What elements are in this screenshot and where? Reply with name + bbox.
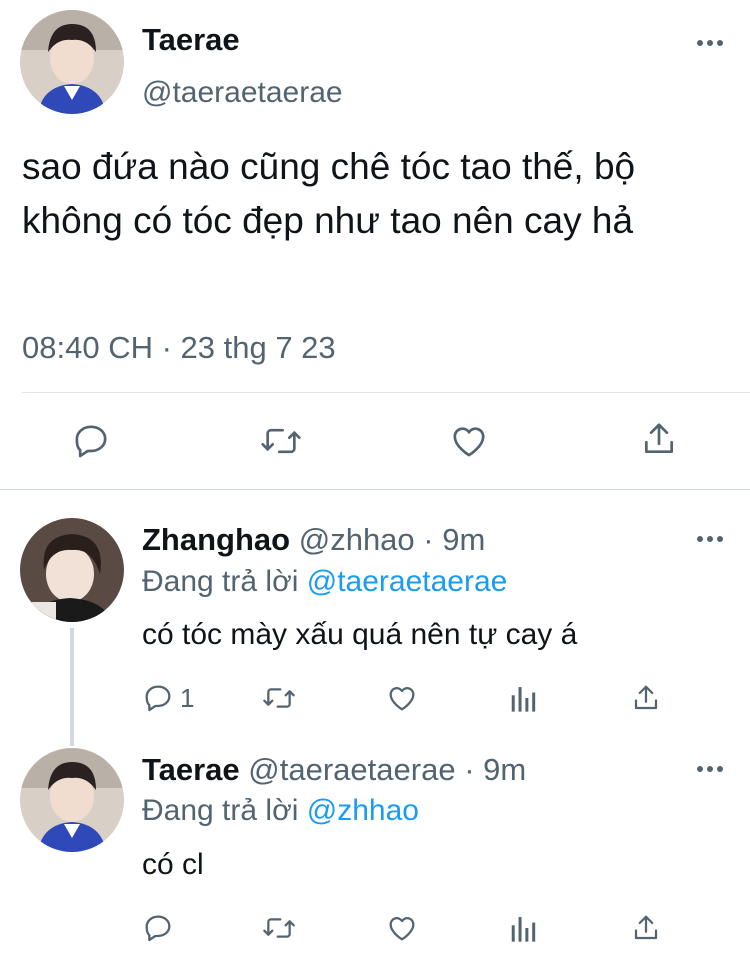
more-options-icon[interactable] xyxy=(697,766,723,772)
reply-time[interactable]: 9m xyxy=(442,522,485,557)
reply-time[interactable]: 9m xyxy=(483,752,526,787)
reply-icon xyxy=(145,685,171,712)
author-handle[interactable]: @taeraetaerae xyxy=(142,76,343,110)
replying-prefix: Đang trả lời xyxy=(142,565,299,598)
author-handle[interactable]: @taeraetaerae xyxy=(248,752,455,787)
author-name[interactable]: Taerae xyxy=(142,752,240,787)
replying-to-link[interactable]: @taeraetaerae xyxy=(307,565,508,598)
replying-to: Đang trả lời @taeraetaerae xyxy=(142,565,507,599)
more-options-icon[interactable] xyxy=(697,40,723,46)
avatar[interactable] xyxy=(20,10,124,114)
author-name[interactable]: Zhanghao xyxy=(142,522,290,557)
replying-to: Đang trả lời @zhhao xyxy=(142,794,419,828)
reply-count: 1 xyxy=(180,682,195,713)
divider xyxy=(22,392,750,393)
section-divider xyxy=(0,489,750,490)
retweet-icon[interactable] xyxy=(261,682,297,714)
share-icon[interactable] xyxy=(631,682,661,714)
separator-dot: · xyxy=(464,752,475,787)
like-icon[interactable] xyxy=(386,682,418,714)
thread-line xyxy=(70,628,74,746)
more-options-icon[interactable] xyxy=(697,536,723,542)
author-handle[interactable]: @zhhao xyxy=(299,522,415,557)
replying-prefix: Đang trả lời xyxy=(142,794,299,827)
like-icon[interactable] xyxy=(449,421,489,461)
share-icon[interactable] xyxy=(631,912,661,944)
avatar[interactable] xyxy=(20,518,124,622)
author-name[interactable]: Taerae xyxy=(142,22,240,58)
views-icon[interactable] xyxy=(510,683,538,713)
reply-icon[interactable] xyxy=(142,912,174,944)
reply-header: Taerae @taeraetaerae · 9m xyxy=(142,752,526,788)
tweet-timestamp[interactable]: 08:40 CH · 23 thg 7 23 xyxy=(22,330,336,366)
share-icon[interactable] xyxy=(640,419,678,459)
avatar[interactable] xyxy=(20,748,124,852)
retweet-icon[interactable] xyxy=(259,421,303,461)
tweet-text: sao đứa nào cũng chê tóc tao thế, bộ khô… xyxy=(22,146,636,241)
reply-header: Zhanghao @zhhao · 9m xyxy=(142,522,485,558)
like-icon[interactable] xyxy=(386,912,418,944)
reply-text: có tóc mày xấu quá nên tự cay á xyxy=(142,618,578,651)
replying-to-link[interactable]: @zhhao xyxy=(307,794,419,827)
reply-icon[interactable] xyxy=(71,421,111,461)
retweet-icon[interactable] xyxy=(261,912,297,944)
views-icon[interactable] xyxy=(510,913,538,943)
reply-text: có cl xyxy=(142,848,204,881)
reply-button[interactable]: 1 xyxy=(142,682,194,714)
separator-dot: · xyxy=(423,522,434,557)
